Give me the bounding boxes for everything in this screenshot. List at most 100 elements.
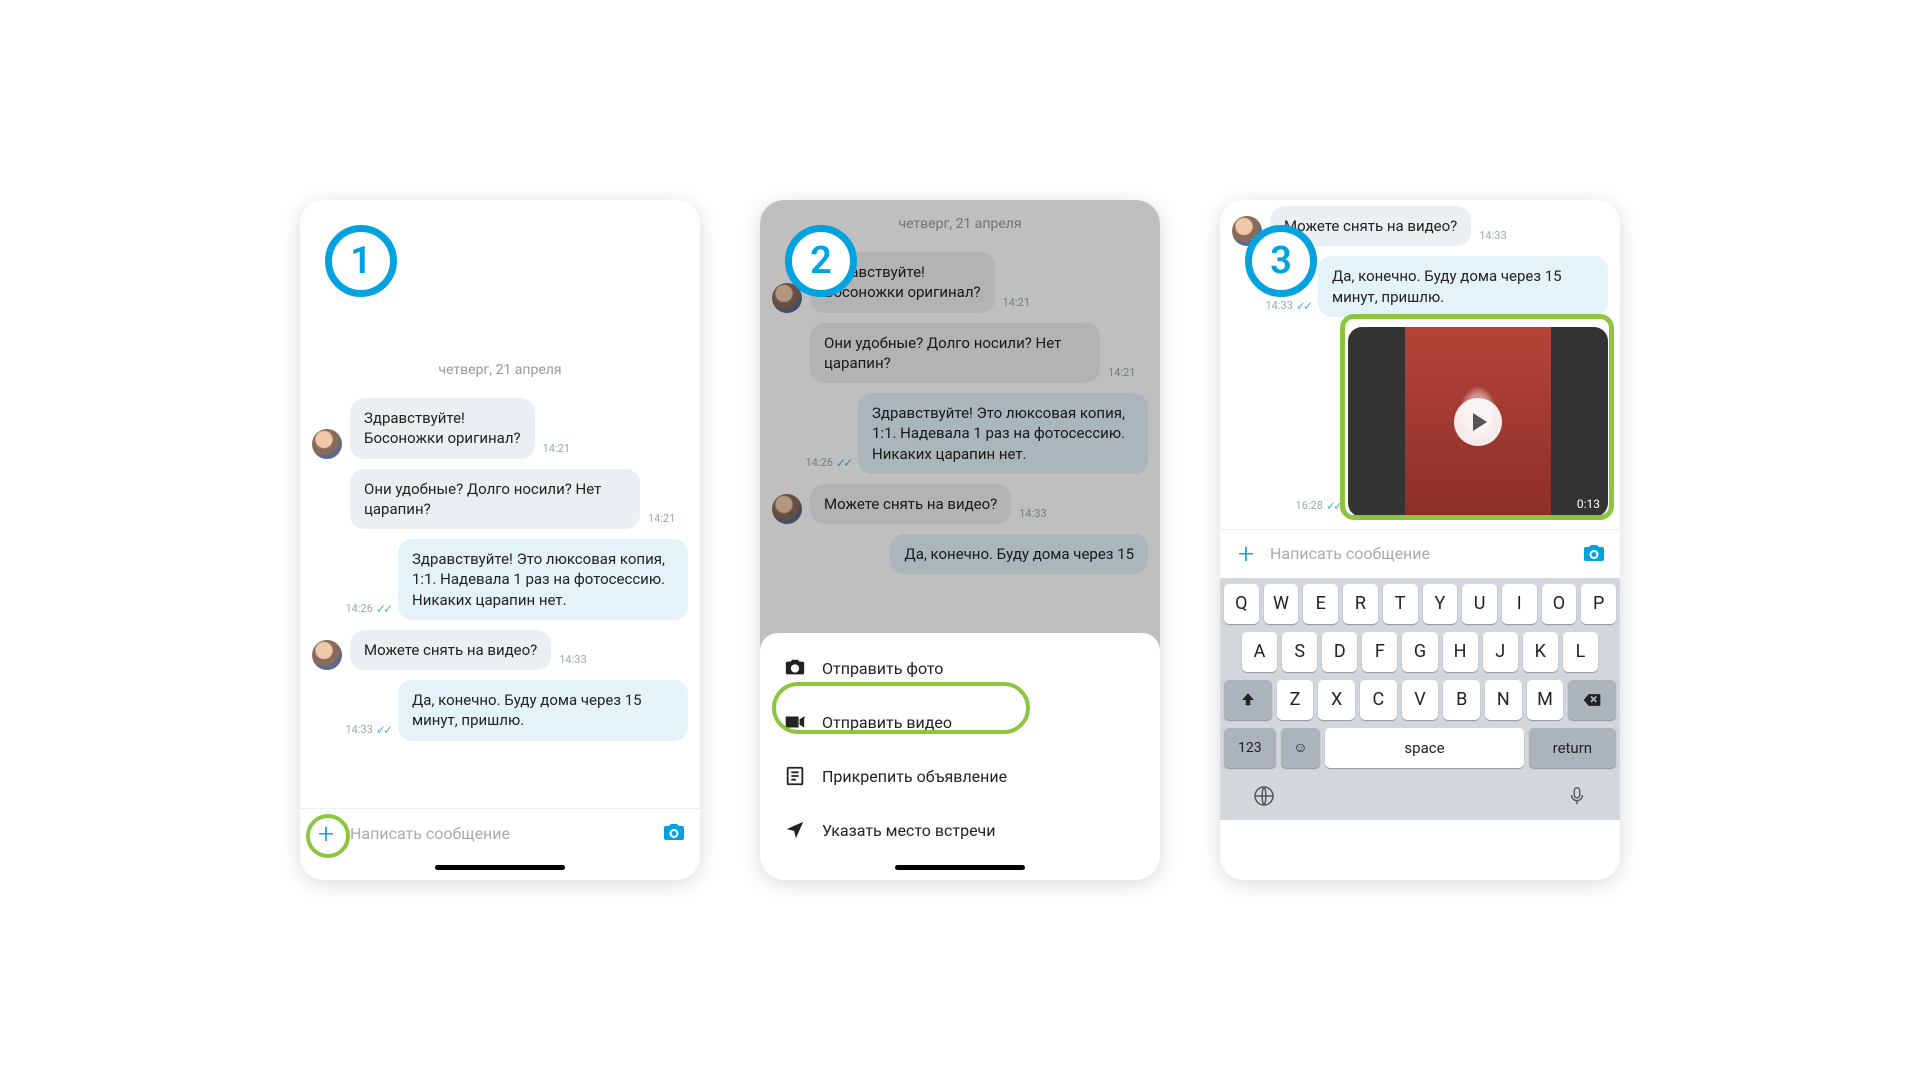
- key-t[interactable]: T: [1383, 584, 1418, 624]
- sheet-item-label: Прикрепить объявление: [822, 767, 1007, 786]
- key-b[interactable]: B: [1443, 680, 1480, 720]
- avatar: [312, 429, 342, 459]
- sheet-send-photo[interactable]: Отправить фото: [760, 641, 1160, 695]
- message-row-video: 16:28✓✓ 0:13: [1232, 327, 1608, 517]
- key-emoji[interactable]: ☺: [1281, 728, 1321, 768]
- key-space[interactable]: space: [1325, 728, 1523, 768]
- avatar-spacer: [312, 499, 342, 529]
- step-badge-2: 2: [785, 225, 857, 297]
- location-icon: [784, 819, 806, 841]
- key-y[interactable]: Y: [1423, 584, 1458, 624]
- timestamp: 14:21: [543, 442, 570, 459]
- key-l[interactable]: L: [1563, 632, 1598, 672]
- timestamp: 14:33: [559, 653, 586, 670]
- timestamp: 14:33✓✓: [1265, 299, 1310, 317]
- message-bubble: Да, конечно. Буду дома через 15 минут, п…: [398, 680, 688, 741]
- key-n[interactable]: N: [1485, 680, 1522, 720]
- timestamp: 16:28✓✓: [1295, 499, 1340, 517]
- message-bubble: Да, конечно. Буду дома через 15 минут, п…: [1318, 256, 1608, 317]
- camera-icon: [662, 821, 686, 845]
- read-checks-icon: ✓✓: [1326, 499, 1340, 513]
- key-o[interactable]: O: [1542, 584, 1577, 624]
- video-icon: [784, 711, 806, 733]
- backspace-icon: [1582, 690, 1602, 710]
- key-h[interactable]: H: [1443, 632, 1478, 672]
- key-backspace[interactable]: [1568, 680, 1616, 720]
- home-indicator: [435, 865, 565, 870]
- video-duration: 0:13: [1577, 497, 1600, 511]
- play-button[interactable]: [1454, 398, 1502, 446]
- date-separator: четверг, 21 апреля: [312, 362, 688, 378]
- document-icon: [784, 765, 806, 787]
- keyboard-row: 123 ☺ space return: [1224, 728, 1616, 768]
- phone-step-3: 3 Можете снять на видео? 14:33 14:33✓✓ Д…: [1220, 200, 1620, 880]
- keyboard-row: Q W E R T Y U I O P: [1224, 584, 1616, 624]
- message-row: Они удобные? Долго носили? Нет царапин? …: [312, 469, 688, 530]
- sheet-item-label: Отправить видео: [822, 713, 952, 732]
- key-shift[interactable]: [1224, 680, 1272, 720]
- shift-icon: [1239, 691, 1257, 709]
- key-m[interactable]: M: [1527, 680, 1564, 720]
- mic-icon[interactable]: [1566, 785, 1588, 811]
- camera-button[interactable]: [1582, 542, 1606, 566]
- key-d[interactable]: D: [1322, 632, 1357, 672]
- camera-icon: [784, 657, 806, 679]
- message-row: Можете снять на видео? 14:33: [312, 630, 688, 670]
- timestamp: 14:33✓✓: [345, 723, 390, 741]
- timestamp: 14:33: [1479, 229, 1506, 246]
- key-w[interactable]: W: [1264, 584, 1299, 624]
- message-row: 14:26✓✓ Здравствуйте! Это люксовая копия…: [312, 539, 688, 620]
- key-c[interactable]: C: [1360, 680, 1397, 720]
- sheet-send-video[interactable]: Отправить видео: [760, 695, 1160, 749]
- key-123[interactable]: 123: [1224, 728, 1276, 768]
- sheet-attach-listing[interactable]: Прикрепить объявление: [760, 749, 1160, 803]
- keyboard: Q W E R T Y U I O P A S D F G H J K L Z: [1220, 578, 1620, 820]
- key-i[interactable]: I: [1502, 584, 1537, 624]
- video-message[interactable]: 0:13: [1348, 327, 1608, 517]
- sheet-location[interactable]: Указать место встречи: [760, 803, 1160, 857]
- key-q[interactable]: Q: [1224, 584, 1259, 624]
- key-return[interactable]: return: [1529, 728, 1616, 768]
- keyboard-row: A S D F G H J K L: [1224, 632, 1616, 672]
- key-z[interactable]: Z: [1277, 680, 1314, 720]
- highlight-circle: [306, 814, 350, 858]
- avatar: [312, 640, 342, 670]
- composer: + Написать сообщение: [1220, 529, 1620, 578]
- message-bubble: Здравствуйте! Это люксовая копия, 1:1. Н…: [398, 539, 688, 620]
- phone-step-2: 2 четверг, 21 апреля Здравствуйте! Босон…: [760, 200, 1160, 880]
- key-e[interactable]: E: [1303, 584, 1338, 624]
- message-row: 14:33✓✓ Да, конечно. Буду дома через 15 …: [312, 680, 688, 741]
- key-g[interactable]: G: [1402, 632, 1437, 672]
- timestamp: 14:21: [648, 512, 675, 529]
- message-input[interactable]: Написать сообщение: [1270, 544, 1570, 563]
- key-k[interactable]: K: [1523, 632, 1558, 672]
- read-checks-icon: ✓✓: [376, 602, 390, 616]
- camera-icon: [1582, 542, 1606, 566]
- read-checks-icon: ✓✓: [376, 723, 390, 737]
- message-bubble: Можете снять на видео?: [350, 630, 551, 670]
- key-s[interactable]: S: [1282, 632, 1317, 672]
- key-x[interactable]: X: [1318, 680, 1355, 720]
- message-bubble: Здравствуйте! Босоножки оригинал?: [350, 398, 535, 459]
- camera-button[interactable]: [662, 821, 686, 845]
- attach-button[interactable]: +: [1234, 542, 1258, 566]
- key-f[interactable]: F: [1362, 632, 1397, 672]
- composer: + Написать сообщение: [300, 808, 700, 857]
- key-a[interactable]: A: [1242, 632, 1277, 672]
- key-v[interactable]: V: [1402, 680, 1439, 720]
- home-indicator: [895, 865, 1025, 870]
- globe-icon[interactable]: [1252, 784, 1276, 812]
- message-row: Здравствуйте! Босоножки оригинал? 14:21: [312, 398, 688, 459]
- key-r[interactable]: R: [1343, 584, 1378, 624]
- keyboard-row: Z X C V B N M: [1224, 680, 1616, 720]
- phone-step-1: 1 четверг, 21 апреля Здравствуйте! Босон…: [300, 200, 700, 880]
- read-checks-icon: ✓✓: [1296, 299, 1310, 313]
- step-badge-3: 3: [1245, 225, 1317, 297]
- message-input[interactable]: Написать сообщение: [350, 824, 650, 843]
- key-u[interactable]: U: [1462, 584, 1497, 624]
- message-bubble: Они удобные? Долго носили? Нет царапин?: [350, 469, 640, 530]
- attachment-sheet: Отправить фото Отправить видео Прикрепит…: [760, 633, 1160, 880]
- step-badge-1: 1: [325, 225, 397, 297]
- key-p[interactable]: P: [1581, 584, 1616, 624]
- key-j[interactable]: J: [1483, 632, 1518, 672]
